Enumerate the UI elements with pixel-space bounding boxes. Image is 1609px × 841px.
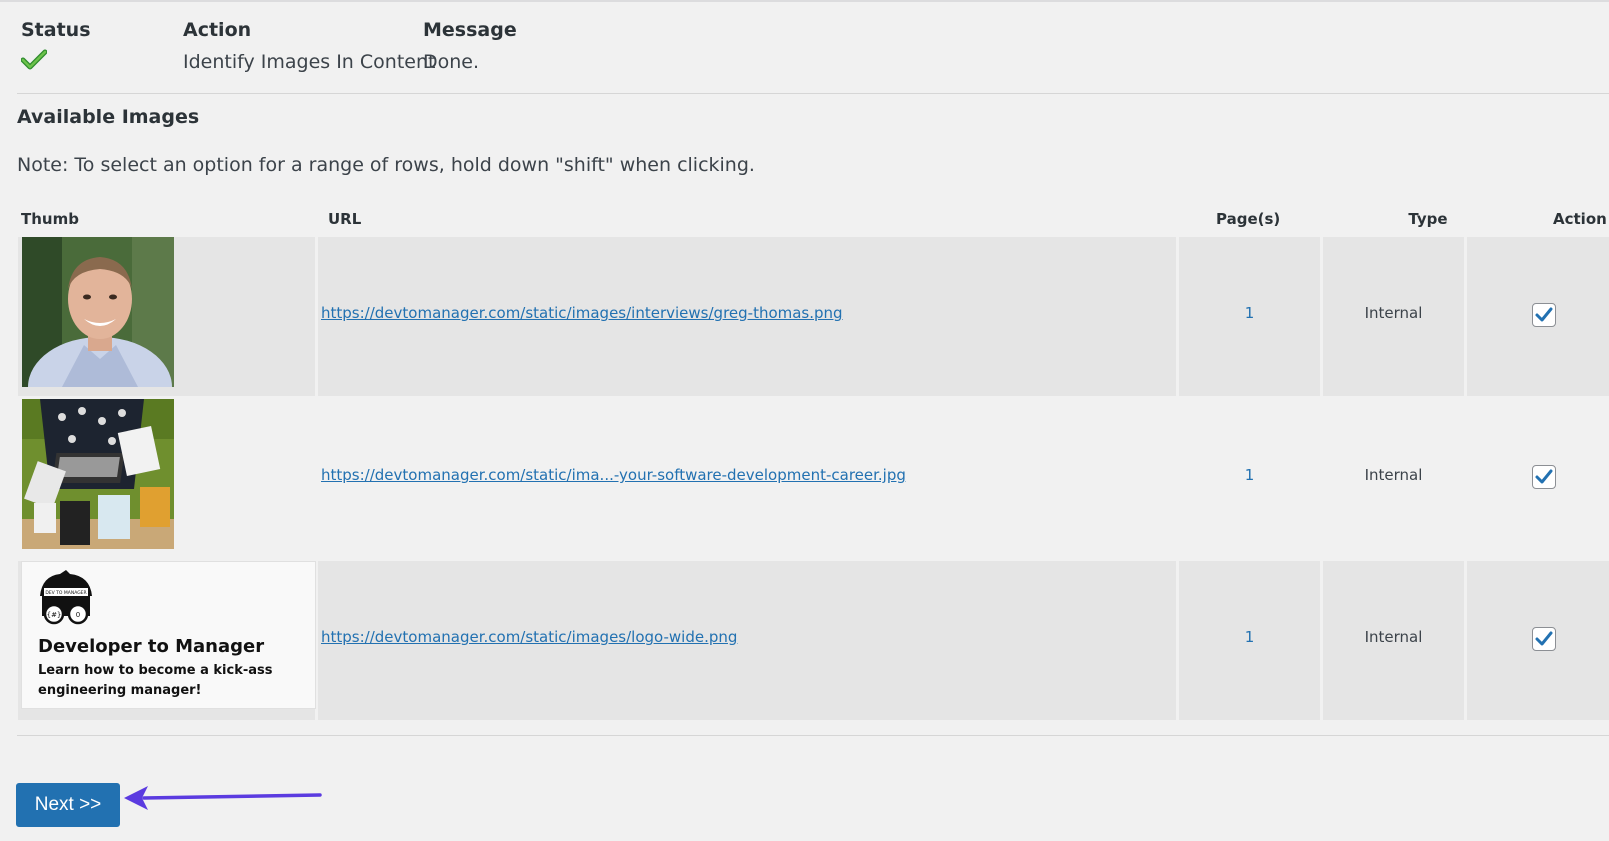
divider <box>17 735 1609 736</box>
next-button[interactable]: Next >> <box>16 783 120 827</box>
note-text: Note: To select an option for a range of… <box>17 154 755 176</box>
logo-subtitle: Learn how to become a kick-ass engineeri… <box>38 663 273 698</box>
image-url-link[interactable]: https://devtomanager.com/static/images/l… <box>321 628 737 646</box>
select-checkbox[interactable] <box>1532 465 1556 489</box>
status-header: Status <box>21 19 91 41</box>
type-value: Internal <box>1364 628 1423 646</box>
type-cell: Internal <box>1323 399 1464 558</box>
select-checkbox[interactable] <box>1532 303 1556 327</box>
logo-title: Developer to Manager <box>38 636 265 657</box>
message-header: Message <box>423 19 517 41</box>
action-cell <box>1467 399 1609 558</box>
pages-cell: 1 <box>1179 561 1320 720</box>
pages-link[interactable]: 1 <box>1179 304 1320 322</box>
dev-to-manager-logo: DEV TO MANAGER {#} 0 <box>40 570 92 625</box>
table-row: https://devtomanager.com/static/ima...-y… <box>18 399 1609 561</box>
message-value: Done. <box>423 51 480 73</box>
logo-thumbnail: DEV TO MANAGER {#} 0 Developer to Manage… <box>21 561 316 709</box>
pages-cell: 1 <box>1179 237 1320 396</box>
checkmark-icon <box>21 49 47 76</box>
checkmark-icon <box>1535 469 1553 484</box>
image-url-link[interactable]: https://devtomanager.com/static/ima...-y… <box>321 466 906 484</box>
pages-cell: 1 <box>1179 399 1320 558</box>
url-cell: https://devtomanager.com/static/images/l… <box>318 561 1176 720</box>
thumb-header: Thumb <box>21 210 79 228</box>
pages-link[interactable]: 1 <box>1179 628 1320 646</box>
url-cell: https://devtomanager.com/static/ima...-y… <box>318 399 1176 558</box>
divider <box>17 93 1609 94</box>
type-value: Internal <box>1364 466 1423 484</box>
logo-badge-text: DEV TO MANAGER <box>45 590 86 596</box>
images-table-header: Thumb URL Page(s) Type Action <box>18 202 1609 237</box>
checkmark-icon <box>1535 307 1553 322</box>
images-table: Thumb URL Page(s) Type Action https://de… <box>18 202 1609 723</box>
action-column-header: Action <box>1553 210 1607 228</box>
thumb-cell <box>18 237 315 396</box>
section-title: Available Images <box>17 106 200 128</box>
table-row: https://devtomanager.com/static/images/i… <box>18 237 1609 399</box>
pages-header: Page(s) <box>1216 210 1281 228</box>
type-cell: Internal <box>1323 237 1464 396</box>
action-cell <box>1467 561 1609 720</box>
thumb-cell: DEV TO MANAGER {#} 0 Developer to Manage… <box>18 561 316 720</box>
type-header: Type <box>1408 210 1448 228</box>
table-row: DEV TO MANAGER {#} 0 Developer to Manage… <box>18 561 1609 723</box>
type-value: Internal <box>1364 304 1423 322</box>
arrow-icon <box>124 786 322 810</box>
thumb-cell <box>18 399 315 558</box>
pages-link[interactable]: 1 <box>1179 466 1320 484</box>
laptop-books-thumbnail <box>22 399 174 549</box>
action-header: Action <box>183 19 252 41</box>
url-cell: https://devtomanager.com/static/images/i… <box>318 237 1176 396</box>
svg-text:{#}: {#} <box>47 611 62 619</box>
top-rule <box>0 0 1609 2</box>
type-cell: Internal <box>1323 561 1464 720</box>
portrait-thumbnail <box>22 237 174 387</box>
image-url-link[interactable]: https://devtomanager.com/static/images/i… <box>321 304 843 322</box>
action-value: Identify Images In Content <box>183 51 436 73</box>
action-cell <box>1467 237 1609 396</box>
svg-text:0: 0 <box>76 611 80 619</box>
url-header: URL <box>328 210 362 228</box>
checkmark-icon <box>1535 631 1553 646</box>
select-checkbox[interactable] <box>1532 627 1556 651</box>
